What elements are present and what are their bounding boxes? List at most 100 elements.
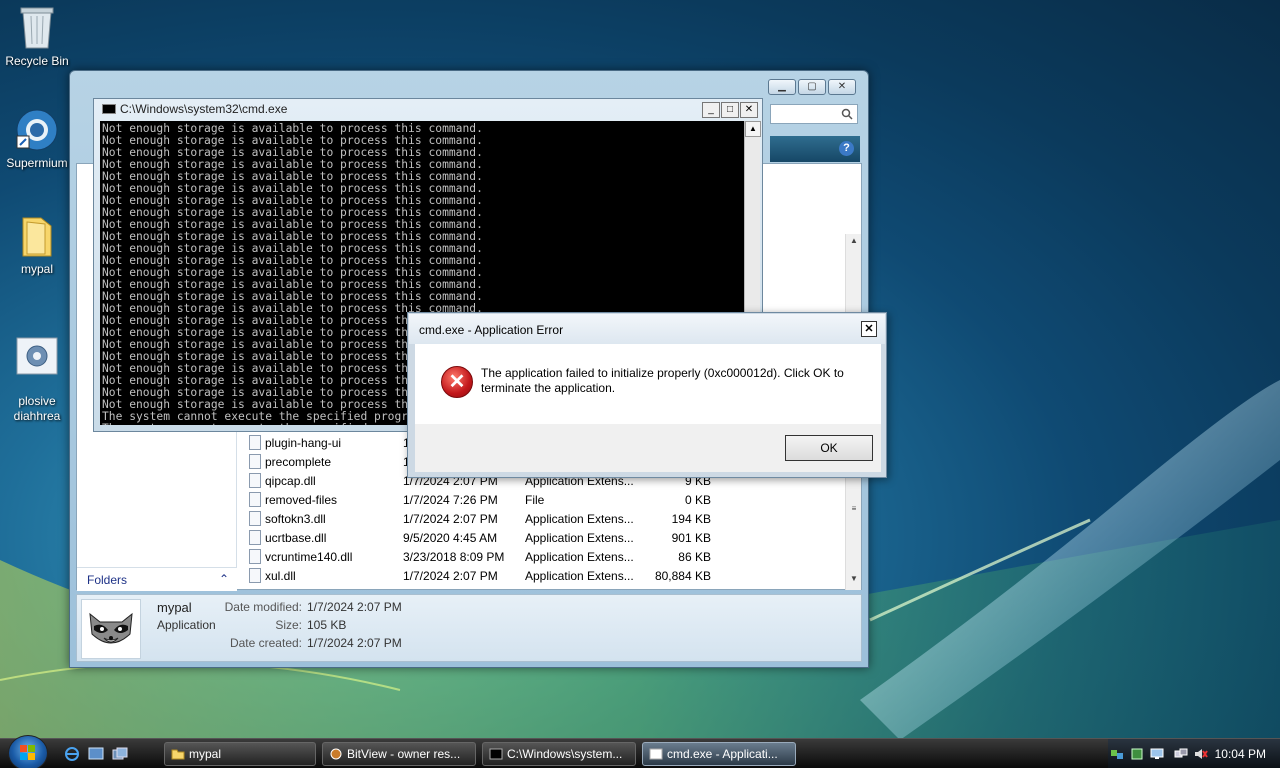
folder-icon: [22, 217, 52, 257]
error-icon: ✕: [441, 366, 473, 398]
details-kind: Application: [157, 618, 216, 632]
file-type: Application Extens...: [525, 512, 634, 526]
desktop-icon-recycle-bin[interactable]: Recycle Bin: [0, 4, 74, 68]
raccoon-logo-icon: [89, 612, 133, 644]
desktop-icon-label: Recycle Bin: [5, 54, 69, 68]
file-type: File: [525, 493, 545, 507]
file-name: vcruntime140.dll: [265, 550, 353, 564]
monitor-icon[interactable]: [1150, 747, 1164, 761]
file-icon: [249, 454, 261, 469]
cmd-window-controls: _ □ ✕: [702, 102, 758, 118]
taskbar-button-cmd-error[interactable]: cmd.exe - Applicati...: [642, 742, 796, 766]
taskbar-button-cmd[interactable]: C:\Windows\system...: [482, 742, 636, 766]
cmd-maximize-button[interactable]: □: [721, 102, 739, 118]
window-icon: [649, 748, 663, 760]
details-pane: mypal Application Date modified: 1/7/202…: [76, 594, 862, 662]
details-modified-value: 1/7/2024 2:07 PM: [307, 600, 402, 614]
internet-explorer-icon[interactable]: [64, 747, 80, 761]
taskbar-button-label: C:\Windows\system...: [507, 747, 623, 761]
details-created-value: 1/7/2024 2:07 PM: [307, 636, 402, 650]
maximize-button[interactable]: ▢: [798, 79, 826, 95]
security-icon[interactable]: [1130, 747, 1144, 761]
app-thumbnail: [81, 599, 141, 659]
file-date: 9/5/2020 4:45 AM: [403, 531, 498, 545]
file-date: 1/7/2024 7:26 PM: [403, 493, 498, 507]
desktop-icon-plosive[interactable]: plosive diahhrea: [0, 322, 74, 424]
file-type: Application Extens...: [525, 531, 634, 545]
desktop-icon-supermium[interactable]: Supermium: [0, 108, 74, 170]
dialog-close-button[interactable]: ✕: [861, 321, 877, 337]
list-item[interactable]: xul.dll 1/7/2024 2:07 PM Application Ext…: [243, 567, 843, 586]
desktop-icon-label: plosive diahhrea: [13, 394, 61, 423]
minimize-button[interactable]: ▁: [768, 79, 796, 95]
dll-file-icon: [249, 473, 261, 488]
desktop-icon-label: Supermium: [6, 156, 68, 170]
taskbar-button-bitview[interactable]: BitView - owner res...: [322, 742, 476, 766]
dll-file-icon: [249, 549, 261, 564]
clock: 10:04 PM: [1214, 747, 1266, 761]
switch-windows-icon[interactable]: [112, 747, 128, 761]
ok-button[interactable]: OK: [785, 435, 873, 461]
taskbar-button-mypal[interactable]: mypal: [164, 742, 316, 766]
help-icon[interactable]: ?: [839, 141, 854, 156]
details-size-value: 105 KB: [307, 618, 347, 632]
settings-app-icon: [16, 337, 58, 375]
taskbar-button-label: mypal: [189, 747, 222, 761]
scroll-up-arrow-icon[interactable]: ▲: [745, 121, 761, 137]
file-icon: [249, 492, 261, 507]
cmd-title: C:\Windows\system32\cmd.exe: [120, 102, 288, 116]
taskbar-button-label: BitView - owner res...: [347, 747, 461, 761]
file-size: 0 KB: [684, 493, 711, 507]
taskbar: mypal BitView - owner res... C:\Windows\…: [0, 735, 1280, 768]
folders-toggle[interactable]: Folders ⌃: [77, 567, 237, 591]
file-icon: [249, 435, 261, 450]
volume-muted-icon[interactable]: [1194, 747, 1208, 761]
scroll-down-arrow-icon[interactable]: ▼: [846, 574, 862, 583]
file-size: 86 KB: [678, 550, 711, 564]
start-button[interactable]: [8, 735, 48, 768]
network-icon[interactable]: [1110, 747, 1124, 761]
dll-file-icon: [249, 568, 261, 583]
file-size: 194 KB: [671, 512, 711, 526]
list-item[interactable]: removed-files 1/7/2024 7:26 PM File 0 KB: [243, 491, 843, 510]
show-desktop-icon[interactable]: [88, 747, 104, 761]
folder-icon: [171, 749, 185, 760]
dll-file-icon: [249, 511, 261, 526]
search-icon: [841, 108, 853, 120]
file-name: qipcap.dll: [265, 474, 316, 488]
list-item[interactable]: ucrtbase.dll 9/5/2020 4:45 AM Applicatio…: [243, 529, 843, 548]
browser-icon: [330, 748, 342, 760]
details-size-label: Size:: [275, 618, 302, 632]
scroll-grip-icon[interactable]: ≡: [846, 504, 862, 513]
scroll-up-arrow-icon[interactable]: ▲: [846, 236, 862, 245]
desktop-icon-mypal[interactable]: mypal: [0, 212, 74, 276]
details-name: mypal: [157, 600, 192, 615]
list-item[interactable]: softokn3.dll 1/7/2024 2:07 PM Applicatio…: [243, 510, 843, 529]
cmd-close-button[interactable]: ✕: [740, 102, 758, 118]
system-tray: 10:04 PM: [1108, 739, 1280, 768]
recycle-bin-icon: [20, 7, 54, 49]
file-name: softokn3.dll: [265, 512, 326, 526]
file-date: 1/7/2024 2:07 PM: [403, 569, 498, 583]
dialog-titlebar: cmd.exe - Application Error ✕: [409, 314, 885, 344]
console-icon: [489, 748, 503, 760]
close-button[interactable]: ✕: [828, 79, 856, 95]
console-icon: [102, 104, 116, 114]
file-type: Application Extens...: [525, 550, 634, 564]
file-name: plugin-hang-ui: [265, 436, 342, 450]
file-size: 80,884 KB: [654, 569, 711, 583]
error-dialog[interactable]: cmd.exe - Application Error ✕ ✕ The appl…: [407, 312, 887, 478]
cmd-minimize-button[interactable]: _: [702, 102, 720, 118]
command-bar: ?: [770, 136, 860, 162]
connection-icon[interactable]: [1174, 747, 1188, 761]
cmd-titlebar: C:\Windows\system32\cmd.exe: [102, 102, 287, 116]
file-name: ucrtbase.dll: [265, 531, 327, 545]
file-name: xul.dll: [265, 569, 296, 583]
details-created-label: Date created:: [229, 636, 302, 650]
list-item[interactable]: vcruntime140.dll 3/23/2018 8:09 PM Appli…: [243, 548, 843, 567]
dialog-title: cmd.exe - Application Error: [419, 323, 564, 337]
supermium-icon: [16, 109, 58, 151]
chevron-up-icon: ⌃: [218, 572, 229, 586]
folders-label: Folders: [87, 573, 128, 587]
search-input[interactable]: [770, 104, 858, 124]
